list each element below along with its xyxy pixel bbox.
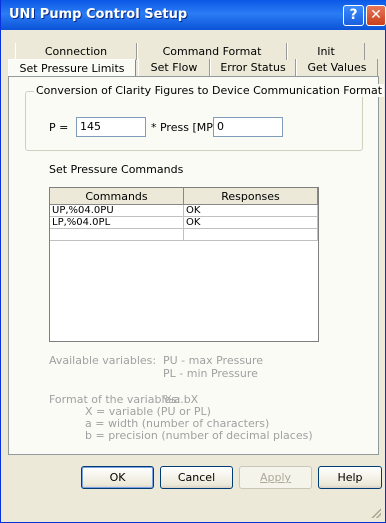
b-description: b = precision (number of decimal places) xyxy=(85,429,313,442)
tab-get-values[interactable]: Get Values xyxy=(296,59,378,76)
column-header-commands[interactable]: Commands xyxy=(50,188,184,205)
set-pressure-commands-label: Set Pressure Commands xyxy=(49,163,184,176)
conversion-legend: Conversion of Clarity Figures to Device … xyxy=(34,84,385,97)
tab-set-flow[interactable]: Set Flow xyxy=(138,59,210,76)
close-title-button[interactable]: ✕ xyxy=(366,5,386,26)
dialog-window: UNI Pump Control Setup ? ✕ Connection Co… xyxy=(0,0,386,523)
p-coefficient-input[interactable]: 145 xyxy=(76,117,146,137)
table-row[interactable]: LP,%04.0PL OK xyxy=(50,217,318,229)
apply-button[interactable]: Apply xyxy=(239,466,312,489)
table-row[interactable]: UP,%04.0PU OK xyxy=(50,205,318,217)
response-cell[interactable]: OK xyxy=(184,205,318,216)
help-button[interactable]: Help xyxy=(318,466,382,489)
help-title-button[interactable]: ? xyxy=(343,5,364,26)
offset-input[interactable]: 0 xyxy=(213,117,283,137)
title-bar[interactable]: UNI Pump Control Setup ? ✕ xyxy=(1,0,386,30)
tab-init[interactable]: Init xyxy=(287,43,365,60)
question-icon: ? xyxy=(349,7,358,23)
close-icon: ✕ xyxy=(370,7,382,23)
variable-pl-desc: PL - min Pressure xyxy=(163,367,258,380)
response-cell[interactable] xyxy=(184,229,318,240)
tab-error-status[interactable]: Error Status xyxy=(210,59,296,76)
tab-row-front: Set Pressure Limits Set Flow Error Statu… xyxy=(8,59,379,76)
available-variables-label: Available variables: xyxy=(49,354,157,367)
tab-command-format[interactable]: Command Format xyxy=(137,43,287,60)
response-cell[interactable]: OK xyxy=(184,217,318,228)
commands-table[interactable]: Commands Responses UP,%04.0PU OK LP,%04.… xyxy=(49,187,319,342)
cancel-button[interactable]: Cancel xyxy=(160,466,233,489)
p-label: P = xyxy=(49,121,69,134)
tab-set-pressure-limits[interactable]: Set Pressure Limits xyxy=(8,59,136,76)
table-row[interactable] xyxy=(50,229,318,241)
command-cell[interactable]: LP,%04.0PL xyxy=(50,217,184,228)
tab-row-back: Connection Command Format Init xyxy=(15,43,379,60)
variable-pu-desc: PU - max Pressure xyxy=(163,354,264,367)
command-cell[interactable] xyxy=(50,229,184,240)
column-header-responses[interactable]: Responses xyxy=(184,188,318,205)
ok-button[interactable]: OK xyxy=(81,466,154,489)
tab-connection[interactable]: Connection xyxy=(15,43,137,60)
command-cell[interactable]: UP,%04.0PU xyxy=(50,205,184,216)
window-title: UNI Pump Control Setup xyxy=(9,7,188,22)
resize-grip[interactable] xyxy=(369,506,381,518)
